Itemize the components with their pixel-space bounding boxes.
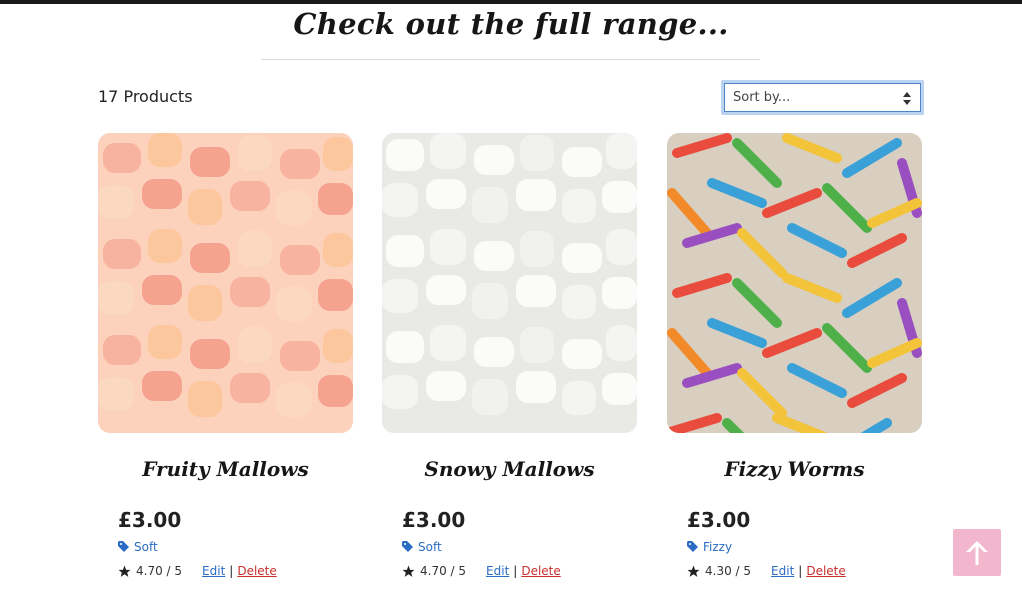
product-name[interactable]: Fruity Mallows	[98, 455, 353, 483]
product-meta: 4.30 / 5 Edit | Delete	[687, 563, 846, 579]
delete-link[interactable]: Delete	[806, 563, 845, 579]
delete-link[interactable]: Delete	[521, 563, 560, 579]
sort-select[interactable]: Sort by...	[721, 80, 924, 115]
heading-divider	[261, 59, 760, 60]
sort-select-inner[interactable]: Sort by...	[724, 83, 921, 112]
product-name[interactable]: Fizzy Worms	[667, 455, 922, 483]
product-rating: 4.30 / 5	[705, 564, 752, 578]
page-heading: Check out the full range...	[293, 7, 729, 41]
product-meta: 4.70 / 5 Edit | Delete	[402, 563, 561, 579]
product-card[interactable]: Snowy Mallows £3.00 Soft 4.70 / 5 Edit |…	[382, 133, 637, 578]
product-rating: 4.70 / 5	[420, 564, 467, 578]
category-link[interactable]: Fizzy	[687, 539, 732, 555]
product-rating: 4.70 / 5	[136, 564, 183, 578]
product-price: £3.00	[402, 508, 466, 532]
edit-link[interactable]: Edit	[771, 563, 794, 579]
link-separator: |	[229, 564, 234, 578]
tag-icon	[402, 541, 413, 552]
category-link[interactable]: Soft	[402, 539, 442, 555]
tag-icon	[118, 541, 129, 552]
delete-link[interactable]: Delete	[237, 563, 276, 579]
star-icon	[402, 565, 415, 577]
category-label: Soft	[134, 540, 158, 554]
link-separator: |	[798, 564, 803, 578]
star-icon	[687, 565, 700, 577]
edit-link[interactable]: Edit	[486, 563, 509, 579]
category-label: Soft	[418, 540, 442, 554]
product-price: £3.00	[118, 508, 182, 532]
product-count: 17 Products	[98, 87, 193, 106]
tag-icon	[687, 541, 698, 552]
product-price: £3.00	[687, 508, 751, 532]
category-label: Fizzy	[703, 540, 733, 554]
edit-link[interactable]: Edit	[202, 563, 225, 579]
scroll-to-top-button[interactable]	[953, 529, 1001, 576]
category-link[interactable]: Soft	[118, 539, 158, 555]
product-name[interactable]: Snowy Mallows	[382, 455, 637, 483]
star-icon	[118, 565, 131, 577]
product-image-snowy-mallows[interactable]	[382, 133, 637, 433]
product-image-fruity-mallows[interactable]	[98, 133, 353, 433]
sort-caret-icon	[903, 92, 911, 105]
arrow-up-icon	[966, 540, 988, 565]
link-separator: |	[513, 564, 518, 578]
sort-select-value: Sort by...	[733, 90, 791, 105]
product-image-fizzy-worms[interactable]	[667, 133, 922, 433]
product-card[interactable]: Fruity Mallows £3.00 Soft 4.70 / 5 Edit …	[98, 133, 353, 578]
product-card[interactable]: Fizzy Worms £3.00 Fizzy 4.30 / 5 Edit | …	[667, 133, 922, 578]
product-meta: 4.70 / 5 Edit | Delete	[118, 563, 277, 579]
